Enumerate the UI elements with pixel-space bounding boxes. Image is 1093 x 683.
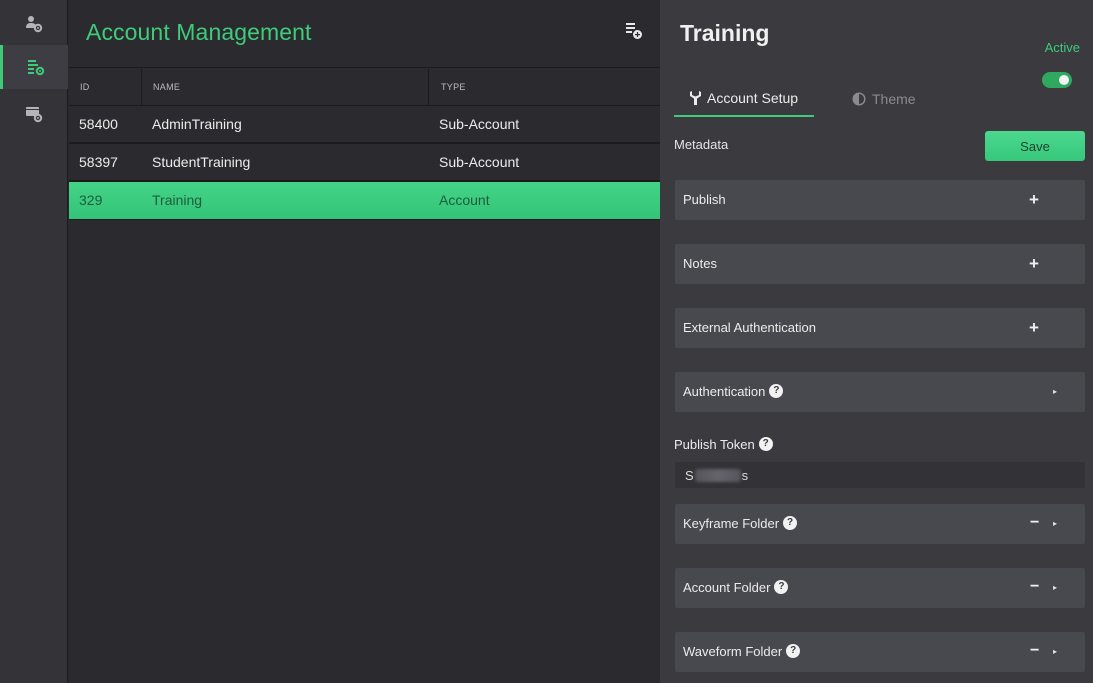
section-label: Keyframe Folder ? xyxy=(683,504,798,544)
section-keyframe-folder[interactable]: Keyframe Folder ? − ▸ xyxy=(675,504,1085,544)
section-publish[interactable]: Publish + xyxy=(675,180,1085,220)
row-id: 58397 xyxy=(79,154,118,170)
section-authentication[interactable]: Authentication ? ▸ xyxy=(675,372,1085,412)
row-id: 329 xyxy=(79,192,103,208)
account-detail-panel: Training Active Account Setup Theme Meta… xyxy=(660,0,1093,683)
server-gear-icon xyxy=(26,107,43,123)
column-header-name[interactable]: NAME xyxy=(141,69,428,105)
help-icon[interactable]: ? xyxy=(758,436,773,451)
detail-title: Training xyxy=(680,20,770,46)
active-toggle[interactable] xyxy=(1042,72,1072,88)
row-type: Sub-Account xyxy=(439,154,520,170)
collapse-minus-icon[interactable]: − xyxy=(1030,632,1039,672)
nav-rail xyxy=(0,0,68,683)
table-row-selected[interactable]: 329 Training Account xyxy=(69,182,660,220)
collapse-minus-icon[interactable]: − xyxy=(1030,568,1039,608)
status-label: Active xyxy=(1044,40,1080,55)
expand-arrow-icon[interactable]: ▸ xyxy=(1053,568,1057,608)
expand-plus-icon[interactable]: + xyxy=(1029,308,1039,348)
column-header-id[interactable]: ID xyxy=(80,69,90,105)
row-name: StudentTraining xyxy=(152,154,251,170)
list-header: Account Management xyxy=(69,0,660,68)
detail-tabs: Account Setup Theme xyxy=(674,80,974,117)
expand-arrow-icon[interactable]: ▸ xyxy=(1053,372,1057,412)
page-title: Account Management xyxy=(86,19,312,45)
app: Account Management ID NAME TYPE 58400 Ad… xyxy=(0,0,1093,683)
contrast-icon xyxy=(852,91,866,106)
rail-item-servers[interactable] xyxy=(0,92,68,136)
expand-arrow-icon[interactable]: ▸ xyxy=(1053,504,1057,544)
toggle-knob xyxy=(1059,75,1069,85)
expand-plus-icon[interactable]: + xyxy=(1029,180,1039,220)
save-button[interactable]: Save xyxy=(985,131,1085,161)
table-row[interactable]: 58397 StudentTraining Sub-Account xyxy=(69,144,660,182)
section-label: External Authentication xyxy=(683,320,816,335)
table-header: ID NAME TYPE xyxy=(69,69,660,106)
metadata-label: Metadata xyxy=(674,137,729,152)
list-gear-icon xyxy=(27,60,44,76)
section-external-authentication[interactable]: External Authentication + xyxy=(675,308,1085,348)
help-icon[interactable]: ? xyxy=(786,644,801,658)
section-notes[interactable]: Notes + xyxy=(675,244,1085,284)
redacted-blur xyxy=(694,469,741,482)
row-id: 58400 xyxy=(79,116,118,132)
expand-arrow-icon[interactable]: ▸ xyxy=(1053,632,1057,672)
accounts-table: ID NAME TYPE 58400 AdminTraining Sub-Acc… xyxy=(69,69,660,220)
account-list-panel: Account Management ID NAME TYPE 58400 Ad… xyxy=(69,0,660,683)
tab-theme[interactable]: Theme xyxy=(852,80,962,117)
tab-theme-label: Theme xyxy=(872,90,916,107)
section-label: Waveform Folder ? xyxy=(683,632,801,672)
publish-token-field[interactable]: Ss xyxy=(675,462,1085,488)
column-header-type[interactable]: TYPE xyxy=(428,69,660,105)
help-icon[interactable]: ? xyxy=(769,384,784,398)
section-label: Authentication ? xyxy=(683,372,784,412)
publish-token-label: Publish Token ? xyxy=(674,436,773,452)
add-list-icon[interactable] xyxy=(625,22,643,45)
tab-account-setup-label: Account Setup xyxy=(707,89,799,106)
row-type: Sub-Account xyxy=(439,116,520,132)
table-row[interactable]: 58400 AdminTraining Sub-Account xyxy=(69,106,660,144)
collapse-minus-icon[interactable]: − xyxy=(1030,504,1039,544)
rail-item-accounts[interactable] xyxy=(0,45,68,89)
section-account-folder[interactable]: Account Folder ? − ▸ xyxy=(675,568,1085,608)
rail-item-users[interactable] xyxy=(0,2,68,46)
row-name: AdminTraining xyxy=(152,116,242,132)
section-label: Account Folder ? xyxy=(683,568,789,608)
expand-plus-icon[interactable]: + xyxy=(1029,244,1039,284)
row-type: Account xyxy=(439,192,490,208)
help-icon[interactable]: ? xyxy=(774,580,789,594)
users-gear-icon xyxy=(26,16,43,33)
help-icon[interactable]: ? xyxy=(783,516,798,530)
row-name: Training xyxy=(152,192,203,208)
section-label: Publish xyxy=(683,192,726,207)
tab-account-setup[interactable]: Account Setup xyxy=(674,80,814,117)
section-waveform-folder[interactable]: Waveform Folder ? − ▸ xyxy=(675,632,1085,672)
wrench-icon xyxy=(690,90,701,105)
section-label: Notes xyxy=(683,256,717,271)
